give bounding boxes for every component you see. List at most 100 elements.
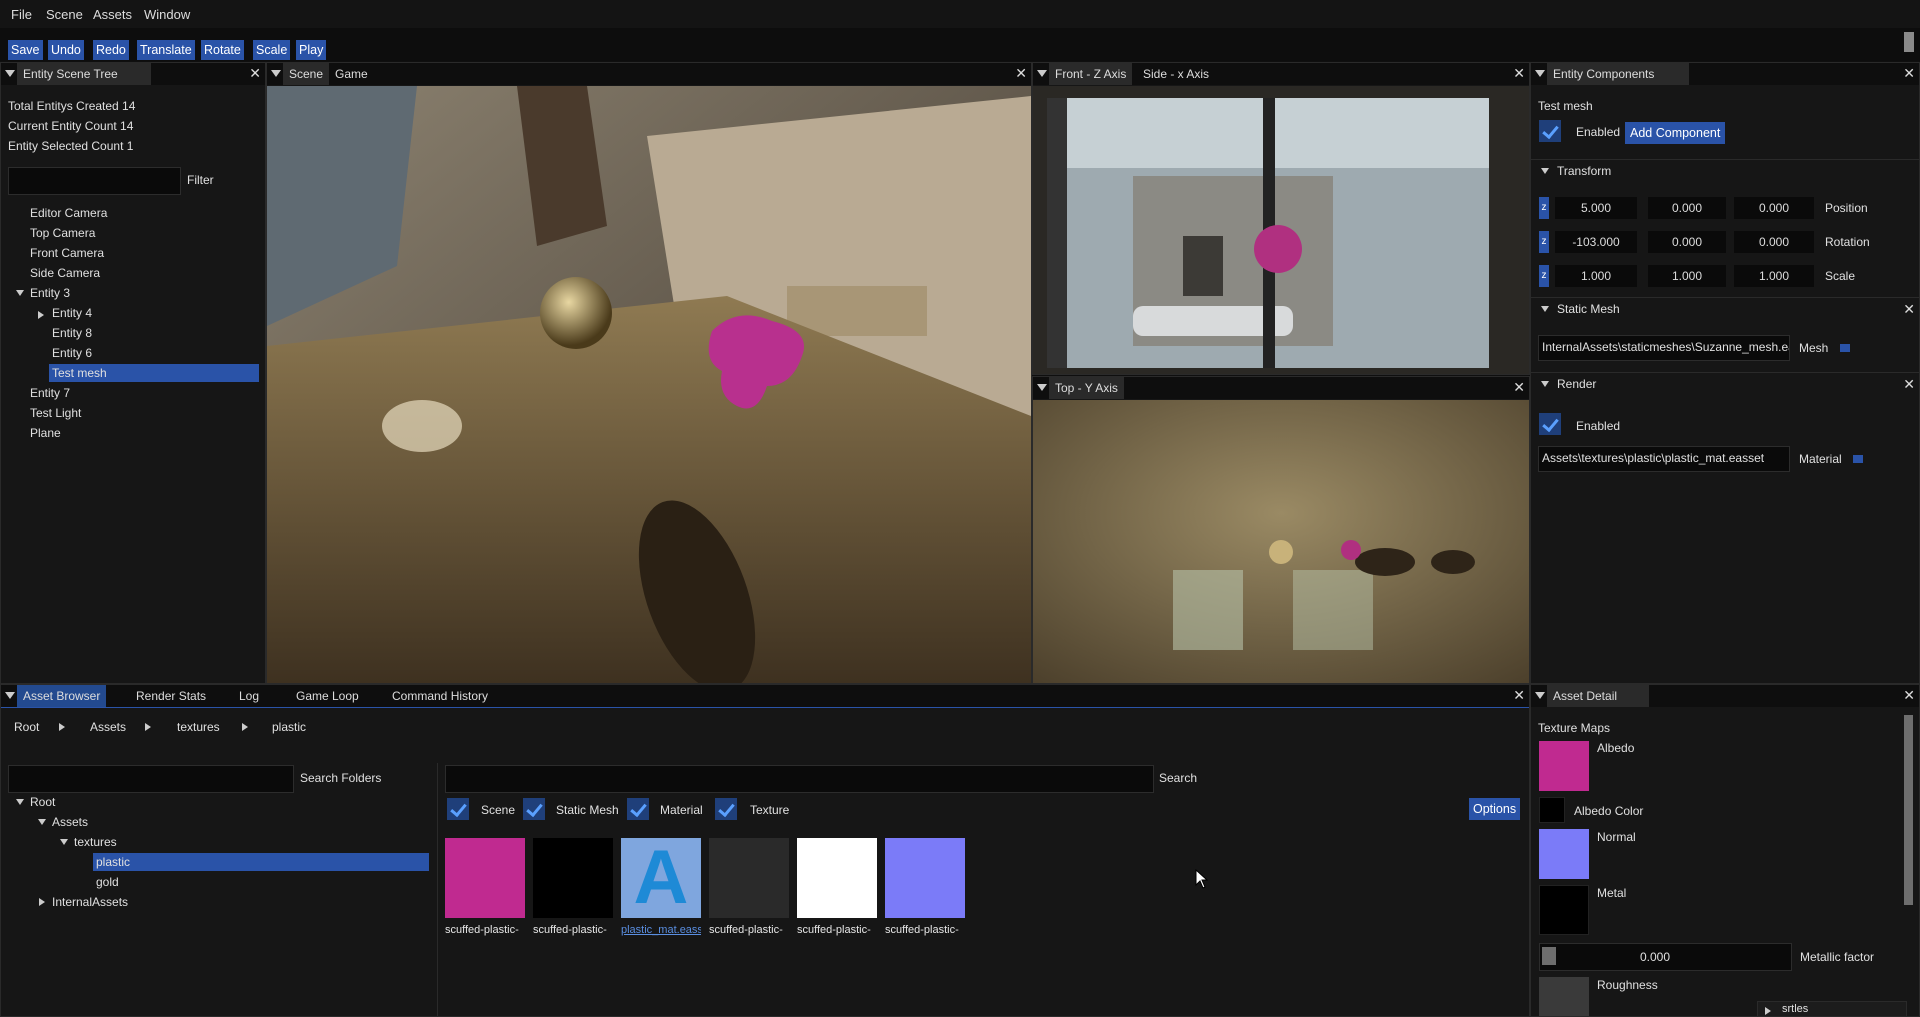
expand-down-icon[interactable] [60,839,68,845]
rotation-x-field[interactable]: -103.000 [1555,231,1637,253]
close-icon[interactable]: ✕ [1903,66,1915,80]
menu-scene[interactable]: Scene [46,7,83,22]
search-folders-input[interactable] [8,765,294,793]
scale-y-field[interactable]: 1.000 [1648,265,1726,287]
tab-side-x-axis[interactable]: Side - x Axis [1137,63,1215,85]
albedo-swatch[interactable] [1539,741,1589,791]
tab-entity-scene-tree[interactable]: Entity Scene Tree [17,63,151,85]
render-enabled-checkbox[interactable] [1539,413,1561,435]
position-z-field[interactable]: 0.000 [1734,197,1814,219]
albedo-color-swatch[interactable] [1539,797,1565,823]
redo-button[interactable]: Redo [93,40,129,60]
expand-right-icon[interactable] [38,311,44,319]
tree-item[interactable]: Entity 3 [30,286,70,300]
tab-asset-detail[interactable]: Asset Detail [1547,685,1649,707]
menu-window[interactable]: Window [144,7,190,22]
translate-button[interactable]: Translate [137,40,195,60]
save-button[interactable]: Save [8,40,43,60]
toolbar-scrollbar[interactable] [1904,32,1914,52]
folder-assets[interactable]: Assets [52,815,88,829]
asset-thumbnail-material[interactable]: A [621,838,701,918]
close-icon[interactable]: ✕ [249,66,261,80]
material-path-field[interactable]: Assets\textures\plastic\plastic_mat.eass… [1538,446,1790,472]
filter-static-mesh-checkbox[interactable] [523,798,545,820]
filter-texture-checkbox[interactable] [715,798,737,820]
filter-input[interactable] [8,167,181,195]
render-header[interactable]: Render ✕ [1531,372,1919,395]
rotation-z-field[interactable]: 0.000 [1734,231,1814,253]
collapse-icon[interactable] [5,692,15,699]
tab-render-stats[interactable]: Render Stats [130,685,212,707]
close-icon[interactable]: ✕ [1903,688,1915,702]
tab-command-history[interactable]: Command History [386,685,494,707]
tree-item[interactable]: Side Camera [30,266,100,280]
collapse-icon[interactable] [5,70,15,77]
asset-thumbnail[interactable] [709,838,789,918]
scale-button[interactable]: Scale [253,40,291,60]
asset-thumbnail[interactable] [533,838,613,918]
folder-plastic-selected[interactable]: plastic [93,853,429,871]
metallic-slider[interactable]: 0.000 [1539,943,1792,971]
close-icon[interactable]: ✕ [1903,377,1915,391]
asset-thumbnail[interactable] [885,838,965,918]
scene-render-view[interactable] [267,86,1031,683]
expand-down-icon[interactable] [16,799,24,805]
filter-scene-checkbox[interactable] [447,798,469,820]
tree-item[interactable]: Test Light [30,406,81,420]
menu-file[interactable]: File [11,7,32,22]
options-button[interactable]: Options [1469,798,1521,820]
collapse-icon[interactable] [271,70,281,77]
transform-header[interactable]: Transform [1531,159,1919,182]
detail-scrollbar[interactable] [1904,715,1913,905]
position-x-field[interactable]: 5.000 [1555,197,1637,219]
folder-textures[interactable]: textures [74,835,117,849]
breadcrumb-root[interactable]: Root [14,720,39,734]
add-component-button[interactable]: Add Component [1625,122,1726,144]
folder-gold[interactable]: gold [96,875,119,889]
floating-tree-item[interactable]: srtles [1757,1001,1907,1016]
tree-item[interactable]: Front Camera [30,246,104,260]
play-button[interactable]: Play [296,40,327,60]
breadcrumb-plastic[interactable]: plastic [272,720,306,734]
tree-item[interactable]: Top Camera [30,226,95,240]
normal-swatch[interactable] [1539,829,1589,879]
breadcrumb-textures[interactable]: textures [177,720,220,734]
rotate-button[interactable]: Rotate [201,40,244,60]
material-picker-button[interactable] [1853,455,1863,463]
rotation-y-field[interactable]: 0.000 [1648,231,1726,253]
tab-top-y-axis[interactable]: Top - Y Axis [1049,377,1124,399]
collapse-icon[interactable] [1037,384,1047,391]
expand-down-icon[interactable] [1541,381,1549,387]
tab-game[interactable]: Game [329,63,374,85]
asset-search-input[interactable] [445,765,1154,793]
enabled-checkbox[interactable] [1539,120,1561,142]
close-icon[interactable]: ✕ [1513,380,1525,394]
menu-assets[interactable]: Assets [93,7,132,22]
tree-item[interactable]: Entity 4 [52,306,92,320]
tree-item[interactable]: Entity 7 [30,386,70,400]
expand-down-icon[interactable] [1541,306,1549,312]
metal-swatch[interactable] [1539,885,1589,935]
undo-button[interactable]: Undo [48,40,84,60]
scale-x-field[interactable]: 1.000 [1555,265,1637,287]
collapse-icon[interactable] [1535,692,1545,699]
front-render-view[interactable] [1033,86,1529,374]
tree-item-selected[interactable]: Test mesh [49,364,259,382]
expand-down-icon[interactable] [38,819,46,825]
scale-z-field[interactable]: 1.000 [1734,265,1814,287]
tree-item[interactable]: Plane [30,426,61,440]
tab-entity-components[interactable]: Entity Components [1547,63,1689,85]
slider-handle[interactable] [1542,947,1556,965]
collapse-icon[interactable] [1535,70,1545,77]
expand-down-icon[interactable] [16,290,24,296]
close-icon[interactable]: ✕ [1015,66,1027,80]
tab-scene[interactable]: Scene [283,63,330,85]
position-y-field[interactable]: 0.000 [1648,197,1726,219]
folder-root[interactable]: Root [30,795,55,809]
breadcrumb-assets[interactable]: Assets [90,720,126,734]
tree-item[interactable]: Entity 6 [52,346,92,360]
tree-item[interactable]: Editor Camera [30,206,107,220]
filter-material-checkbox[interactable] [627,798,649,820]
close-icon[interactable]: ✕ [1513,66,1525,80]
collapse-icon[interactable] [1037,70,1047,77]
